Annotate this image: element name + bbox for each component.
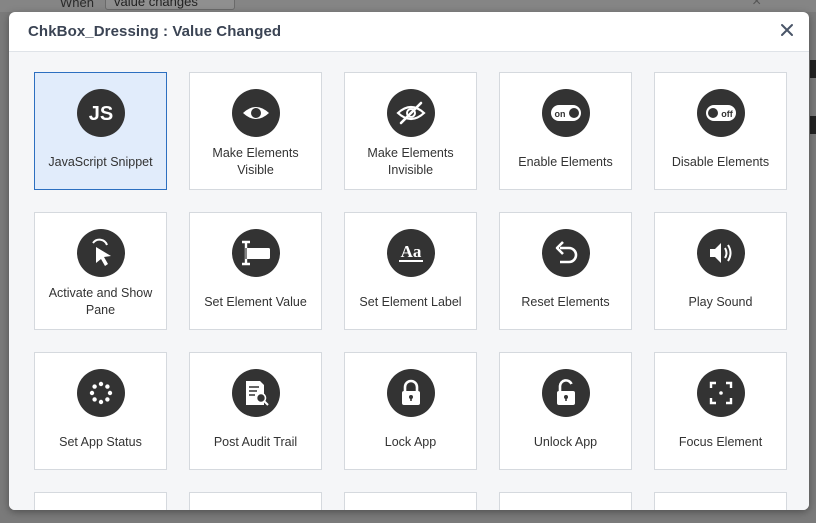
action-label: Make Elements Invisible <box>367 146 454 177</box>
action-label: JavaScript Snippet <box>48 154 153 169</box>
eye-icon <box>232 89 280 137</box>
svg-text:JS: JS <box>89 103 113 125</box>
action-tile-focus-element[interactable]: Focus Element <box>654 352 787 470</box>
backdrop-right-controls <box>810 60 816 170</box>
action-tile-lock-app[interactable]: Lock App <box>344 352 477 470</box>
js-icon: JS <box>77 89 125 137</box>
close-button[interactable] <box>779 21 795 39</box>
action-tile-set-element-label[interactable]: Aa Set Element Label <box>344 212 477 330</box>
action-tile-disable-elements[interactable]: off Disable Elements <box>654 72 787 190</box>
svg-text:Aa: Aa <box>401 242 422 261</box>
action-label: Activate and Show Pane <box>48 286 153 317</box>
action-tile-unlock-app[interactable]: Unlock App <box>499 352 632 470</box>
action-label: Post Audit Trail <box>213 434 298 449</box>
action-tile-partial[interactable] <box>654 492 787 510</box>
action-label: Reset Elements <box>521 294 610 309</box>
action-label: Focus Element <box>678 434 763 449</box>
action-tile-post-audit-trail[interactable]: Post Audit Trail <box>189 352 322 470</box>
action-grid: JS JavaScript Snippet Make Elements Visi… <box>9 52 809 510</box>
action-tile-activate-and-show-pane[interactable]: Activate and Show Pane <box>34 212 167 330</box>
cursor-click-icon <box>77 229 125 277</box>
action-label: Play Sound <box>688 294 753 309</box>
spinner-icon <box>77 369 125 417</box>
action-tile-enable-elements[interactable]: on Enable Elements <box>499 72 632 190</box>
close-icon <box>781 24 793 36</box>
action-label: Set Element Label <box>359 294 462 309</box>
when-select: value changes <box>105 0 235 10</box>
when-label: When <box>60 0 94 10</box>
backdrop-control <box>810 60 816 78</box>
backdrop-close-icon: × <box>752 0 762 10</box>
action-tile-partial[interactable] <box>499 492 632 510</box>
svg-text:off: off <box>721 109 733 119</box>
focus-icon <box>697 369 745 417</box>
action-label: Enable Elements <box>518 154 613 169</box>
lock-icon <box>387 369 435 417</box>
action-tile-partial[interactable] <box>344 492 477 510</box>
toggle-off-icon: off <box>697 89 745 137</box>
action-label: Lock App <box>384 434 437 449</box>
action-label: Set Element Value <box>204 294 307 309</box>
dialog-header: ChkBox_Dressing : Value Changed <box>9 12 809 52</box>
action-tile-partial[interactable] <box>189 492 322 510</box>
text-cursor-icon <box>232 229 280 277</box>
audit-document-icon <box>232 369 280 417</box>
action-tile-reset-elements[interactable]: Reset Elements <box>499 212 632 330</box>
action-label: Unlock App <box>533 434 598 449</box>
backdrop-control <box>810 116 816 134</box>
action-tile-make-elements-visible[interactable]: Make Elements Visible <box>189 72 322 190</box>
action-label: Disable Elements <box>671 154 770 169</box>
dialog-title: ChkBox_Dressing : Value Changed <box>28 23 282 40</box>
backdrop-toolbar: When value changes × <box>0 0 816 12</box>
action-tile-make-elements-invisible[interactable]: Make Elements Invisible <box>344 72 477 190</box>
action-tile-partial[interactable] <box>34 492 167 510</box>
unlock-icon <box>542 369 590 417</box>
action-picker-dialog: ChkBox_Dressing : Value Changed JS JavaS… <box>9 12 809 510</box>
action-tile-set-element-value[interactable]: Set Element Value <box>189 212 322 330</box>
action-label: Set App Status <box>59 434 142 449</box>
speaker-icon <box>697 229 745 277</box>
svg-text:on: on <box>555 109 566 119</box>
action-tile-javascript-snippet[interactable]: JS JavaScript Snippet <box>34 72 167 190</box>
action-tile-play-sound[interactable]: Play Sound <box>654 212 787 330</box>
font-label-icon: Aa <box>387 229 435 277</box>
action-label: Make Elements Visible <box>212 146 299 177</box>
eye-slash-icon <box>387 89 435 137</box>
action-tile-set-app-status[interactable]: Set App Status <box>34 352 167 470</box>
undo-icon <box>542 229 590 277</box>
toggle-on-icon: on <box>542 89 590 137</box>
